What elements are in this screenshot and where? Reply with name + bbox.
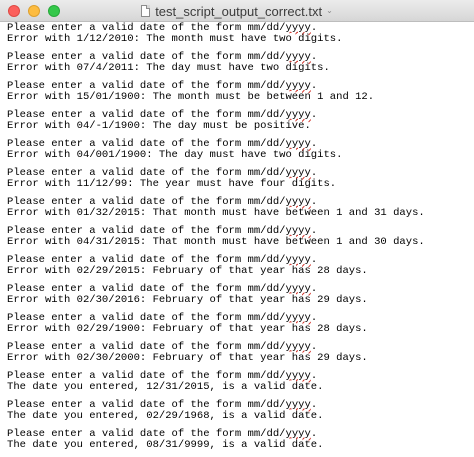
output-block: Please enter a valid date of the form mm… bbox=[7, 108, 474, 133]
prompt-text: Please enter a valid date of the form mm… bbox=[7, 79, 286, 92]
result-line: The date you entered, 12/31/2015, is a v… bbox=[7, 380, 324, 393]
output-block: Please enter a valid date of the form mm… bbox=[7, 427, 474, 451]
result-line: The date you entered, 02/29/1968, is a v… bbox=[7, 409, 324, 422]
output-block: Please enter a valid date of the form mm… bbox=[7, 253, 474, 277]
output-block: Please enter a valid date of the form mm… bbox=[7, 79, 474, 104]
output-block: Please enter a valid date of the form mm… bbox=[7, 398, 474, 422]
prompt-text: Please enter a valid date of the form mm… bbox=[7, 50, 286, 63]
prompt-period: . bbox=[310, 166, 318, 179]
misspelled-word: yyyy bbox=[285, 108, 311, 121]
misspelled-word: yyyy bbox=[285, 398, 311, 411]
prompt-text: Please enter a valid date of the form mm… bbox=[7, 427, 286, 440]
misspelled-word: yyyy bbox=[285, 137, 311, 150]
misspelled-word: yyyy bbox=[285, 253, 311, 266]
prompt-text: Please enter a valid date of the form mm… bbox=[7, 311, 286, 324]
prompt-period: . bbox=[310, 22, 318, 34]
result-line: Error with 1/12/2010: The month must hav… bbox=[7, 33, 343, 46]
title-bar[interactable]: test_script_output_correct.txt ⌄ bbox=[0, 0, 474, 22]
output-block: Please enter a valid date of the form mm… bbox=[7, 282, 474, 306]
output-block: Please enter a valid date of the form mm… bbox=[7, 22, 474, 46]
prompt-period: . bbox=[310, 224, 318, 237]
result-line: Error with 04/-1/1900: The day must be p… bbox=[7, 120, 311, 133]
misspelled-word: yyyy bbox=[285, 50, 311, 63]
prompt-text: Please enter a valid date of the form mm… bbox=[7, 398, 286, 411]
prompt-text: Please enter a valid date of the form mm… bbox=[7, 340, 286, 353]
window-title-area[interactable]: test_script_output_correct.txt ⌄ bbox=[0, 0, 474, 22]
result-line: Error with 15/01/1900: The month must be… bbox=[7, 91, 375, 104]
result-line: The date you entered, 08/31/9999, is a v… bbox=[7, 438, 324, 451]
output-block: Please enter a valid date of the form mm… bbox=[7, 50, 474, 75]
prompt-text: Please enter a valid date of the form mm… bbox=[7, 166, 286, 179]
misspelled-word: yyyy bbox=[285, 195, 311, 208]
prompt-period: . bbox=[310, 369, 318, 382]
window-title: test_script_output_correct.txt bbox=[155, 3, 323, 19]
prompt-text: Please enter a valid date of the form mm… bbox=[7, 22, 286, 34]
prompt-period: . bbox=[310, 398, 318, 411]
prompt-text: Please enter a valid date of the form mm… bbox=[7, 108, 286, 121]
prompt-text: Please enter a valid date of the form mm… bbox=[7, 369, 286, 382]
prompt-period: . bbox=[310, 253, 318, 266]
document-text-area[interactable]: Please enter a valid date of the form mm… bbox=[7, 22, 474, 457]
chevron-down-icon[interactable]: ⌄ bbox=[326, 7, 333, 15]
output-block: Please enter a valid date of the form mm… bbox=[7, 224, 474, 248]
text-editor-window: test_script_output_correct.txt ⌄ Please … bbox=[0, 0, 474, 457]
misspelled-word: yyyy bbox=[285, 340, 311, 353]
prompt-period: . bbox=[310, 195, 318, 208]
prompt-period: . bbox=[310, 427, 318, 440]
misspelled-word: yyyy bbox=[285, 166, 311, 179]
prompt-period: . bbox=[310, 340, 318, 353]
result-line: Error with 02/30/2000: February of that … bbox=[7, 351, 368, 364]
prompt-period: . bbox=[310, 282, 318, 295]
output-block: Please enter a valid date of the form mm… bbox=[7, 195, 474, 219]
misspelled-word: yyyy bbox=[285, 311, 311, 324]
result-line: Error with 04/001/1900: The day must hav… bbox=[7, 149, 343, 162]
document-icon bbox=[141, 5, 151, 17]
prompt-period: . bbox=[310, 311, 318, 324]
prompt-period: . bbox=[310, 79, 318, 92]
prompt-text: Please enter a valid date of the form mm… bbox=[7, 253, 286, 266]
prompt-period: . bbox=[310, 50, 318, 63]
prompt-period: . bbox=[310, 137, 318, 150]
output-block: Please enter a valid date of the form mm… bbox=[7, 311, 474, 335]
result-line: Error with 01/32/2015: That month must h… bbox=[7, 207, 425, 219]
output-block: Please enter a valid date of the form mm… bbox=[7, 340, 474, 364]
output-block: Please enter a valid date of the form mm… bbox=[7, 137, 474, 162]
result-line: Error with 02/30/2016: February of that … bbox=[7, 293, 368, 306]
misspelled-word: yyyy bbox=[285, 22, 311, 34]
misspelled-word: yyyy bbox=[285, 427, 311, 440]
result-line: Error with 07/4/2011: The day must have … bbox=[7, 62, 330, 75]
result-line: Error with 02/29/1900: February of that … bbox=[7, 322, 368, 335]
prompt-text: Please enter a valid date of the form mm… bbox=[7, 195, 286, 208]
prompt-text: Please enter a valid date of the form mm… bbox=[7, 282, 286, 295]
output-block: Please enter a valid date of the form mm… bbox=[7, 369, 474, 393]
misspelled-word: yyyy bbox=[285, 282, 311, 295]
misspelled-word: yyyy bbox=[285, 79, 311, 92]
output-block: Please enter a valid date of the form mm… bbox=[7, 166, 474, 191]
result-line: Error with 02/29/2015: February of that … bbox=[7, 264, 368, 277]
prompt-text: Please enter a valid date of the form mm… bbox=[7, 224, 286, 237]
prompt-text: Please enter a valid date of the form mm… bbox=[7, 137, 286, 150]
result-line: Error with 04/31/2015: That month must h… bbox=[7, 235, 425, 248]
result-line: Error with 11/12/99: The year must have … bbox=[7, 178, 337, 191]
prompt-period: . bbox=[310, 108, 318, 121]
misspelled-word: yyyy bbox=[285, 369, 311, 382]
misspelled-word: yyyy bbox=[285, 224, 311, 237]
